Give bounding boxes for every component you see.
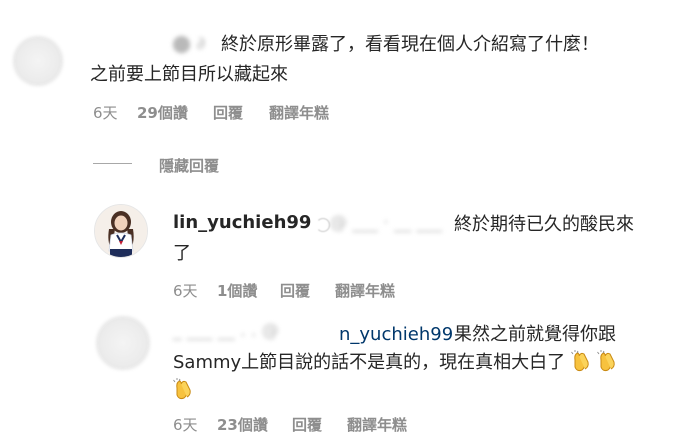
comment-text: 終於原形畢露了，看看現在個人介紹寫了什麼！: [221, 34, 599, 55]
clapping-hands-icon: [571, 350, 589, 372]
avatar[interactable]: [98, 318, 148, 368]
hide-replies-line: [93, 163, 132, 164]
reply-button[interactable]: 回覆: [280, 280, 310, 301]
reply-text: Sammy上節目說的話不是真的，現在真相大白了: [173, 350, 617, 376]
emoji-line: [173, 378, 193, 400]
see-translation-button[interactable]: 翻譯年糕: [347, 414, 407, 435]
username-blurred[interactable]: _ ___ __ . . @ ‌: [173, 321, 284, 341]
timestamp[interactable]: 6天: [93, 102, 118, 123]
clapping-hands-icon: [596, 350, 615, 372]
reply-button[interactable]: 回覆: [213, 102, 243, 123]
avatar[interactable]: [94, 204, 148, 258]
reply-text: 終於期待已久的酸民來: [454, 214, 634, 235]
reply-text: 了: [173, 243, 191, 264]
see-translation-button[interactable]: 翻譯年糕: [269, 102, 329, 123]
avatar[interactable]: [15, 38, 61, 84]
username-blurred[interactable]: ⬤ ∂: [172, 34, 205, 54]
reply-text: 果然之前就覺得你跟: [454, 324, 616, 345]
verified-icon: [316, 218, 330, 232]
likes-count[interactable]: 1個讚: [217, 280, 257, 301]
likes-count[interactable]: 29個讚: [137, 102, 188, 123]
timestamp[interactable]: 6天: [173, 414, 198, 435]
see-translation-button[interactable]: 翻譯年糕: [335, 280, 395, 301]
clapping-hands-icon: [173, 378, 191, 400]
likes-count[interactable]: 23個讚: [217, 414, 268, 435]
mention-link[interactable]: n_yuchieh99: [339, 322, 453, 348]
reply-button[interactable]: 回覆: [292, 414, 322, 435]
profile-photo-icon: [95, 205, 147, 257]
mention-blurred[interactable]: @ ___ · __ ___: [330, 213, 442, 233]
hide-replies-button[interactable]: 隱藏回覆: [159, 155, 219, 176]
username[interactable]: lin_yuchieh99: [173, 212, 311, 233]
timestamp[interactable]: 6天: [173, 280, 198, 301]
comment-text: 之前要上節目所以藏起來: [90, 64, 288, 85]
